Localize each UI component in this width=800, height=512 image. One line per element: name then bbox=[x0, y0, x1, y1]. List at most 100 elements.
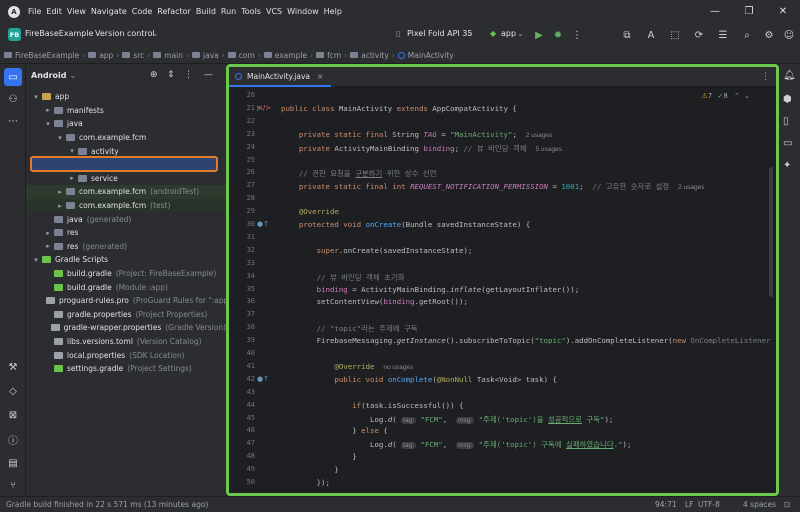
tree-item[interactable]: ▸ res (generated) bbox=[26, 240, 226, 254]
menu-help[interactable]: Help bbox=[324, 7, 342, 16]
project-chevron-icon[interactable]: ⌄ bbox=[80, 29, 87, 38]
menu-vcs[interactable]: VCS bbox=[266, 7, 282, 16]
view-chevron-icon[interactable]: ⌄ bbox=[70, 71, 77, 80]
menu-view[interactable]: View bbox=[67, 7, 86, 16]
expanded-chevron-icon[interactable]: ▾ bbox=[68, 147, 76, 155]
menu-window[interactable]: Window bbox=[287, 7, 319, 16]
logcat-icon[interactable]: ☰ bbox=[716, 28, 730, 42]
collapsed-chevron-icon[interactable]: ▸ bbox=[56, 188, 64, 196]
override-gutter-icon[interactable]: ●↑ bbox=[257, 220, 269, 228]
debug-icon[interactable]: ✹ bbox=[551, 28, 565, 42]
code-line[interactable]: setContentView(binding.getRoot()); bbox=[281, 297, 468, 306]
file-encoding[interactable]: UTF-8 bbox=[698, 500, 720, 509]
tree-item[interactable]: java (generated) bbox=[26, 212, 226, 226]
minimize-button[interactable]: — bbox=[698, 0, 732, 23]
settings-gear-icon[interactable]: ⚙ bbox=[762, 28, 776, 42]
tree-item[interactable]: ▾ java bbox=[26, 117, 226, 131]
project-view-selector[interactable]: Android bbox=[31, 71, 67, 80]
collapsed-chevron-icon[interactable]: ▸ bbox=[44, 242, 52, 250]
terminal-icon[interactable]: ▤ bbox=[4, 454, 22, 472]
locate-file-icon[interactable]: ⊕ bbox=[150, 70, 158, 80]
menu-code[interactable]: Code bbox=[132, 7, 152, 16]
project-tool-folder-icon[interactable]: ▭ bbox=[4, 68, 22, 86]
preview-gutter-icon[interactable]: </> bbox=[257, 104, 271, 112]
tab-mainactivity[interactable]: MainActivity.java × bbox=[229, 67, 332, 87]
more-actions-icon[interactable]: ⋮ bbox=[570, 28, 584, 42]
vcs-chevron-icon[interactable]: ⌄ bbox=[152, 29, 159, 38]
code-line[interactable]: if(task.isSuccessful()) { bbox=[281, 401, 463, 410]
hide-panel-icon[interactable]: — bbox=[204, 70, 213, 80]
expanded-chevron-icon[interactable]: ▾ bbox=[56, 134, 64, 142]
crumb-com[interactable]: com bbox=[227, 51, 255, 60]
next-highlight-icon[interactable]: ⌄ bbox=[744, 92, 750, 100]
tree-item[interactable]: ▾ com.example.fcm bbox=[26, 131, 226, 145]
version-control-menu[interactable]: Version control bbox=[95, 29, 155, 38]
code-line[interactable]: @Override no usages bbox=[281, 362, 413, 371]
app-inspection-icon[interactable]: ⊠ bbox=[4, 406, 22, 424]
tree-item[interactable]: ▸ manifests bbox=[26, 104, 226, 118]
problems-icon[interactable]: ⓘ bbox=[4, 430, 22, 448]
gemini-sparkle-icon[interactable]: ✦ bbox=[783, 160, 791, 171]
code-editor[interactable]: MainActivity.java × ⋮ 20 21 22 23 24 25 26 27 28… bbox=[226, 64, 779, 496]
code-line[interactable]: // 권한 요청을 구분하기 위한 상수 선언 bbox=[281, 168, 437, 179]
crumb-fcm[interactable]: fcm bbox=[316, 51, 341, 60]
tree-item[interactable]: gradle.properties (Project Properties) bbox=[26, 308, 226, 322]
device-manager-icon[interactable]: ⧉ bbox=[620, 28, 634, 42]
run-icon[interactable]: ▶ bbox=[532, 28, 546, 42]
gradle-elephant-icon[interactable]: ⬢ bbox=[783, 94, 792, 105]
crumb-main[interactable]: main bbox=[153, 51, 183, 60]
tree-item[interactable]: local.properties (SDK Location) bbox=[26, 348, 226, 362]
code-line[interactable]: // 뷰 바인딩 객체 초기화 bbox=[281, 272, 405, 283]
crumb-project[interactable]: FireBaseExample bbox=[4, 51, 79, 60]
options-kebab-icon[interactable]: ⋮ bbox=[184, 70, 193, 80]
crumb-example[interactable]: example bbox=[263, 51, 307, 60]
tree-item[interactable]: ▸ com.example.fcm (test) bbox=[26, 198, 226, 213]
editor-options-icon[interactable]: ⋮ bbox=[761, 72, 770, 82]
sdk-manager-icon[interactable]: ⬚ bbox=[668, 28, 682, 42]
override-gutter-icon[interactable]: ●↑ bbox=[257, 375, 269, 383]
tree-item[interactable]: ▾ app bbox=[26, 90, 226, 104]
run-config-chevron-icon[interactable]: ⌄ bbox=[517, 29, 524, 38]
menu-run[interactable]: Run bbox=[221, 7, 236, 16]
expanded-chevron-icon[interactable]: ▾ bbox=[32, 93, 40, 101]
expanded-chevron-icon[interactable]: ▾ bbox=[32, 256, 40, 264]
device-manager-side-icon[interactable]: ▯ bbox=[783, 116, 789, 127]
code-line[interactable]: // "topic"라는 주제에 구독 bbox=[281, 323, 418, 334]
tree-item[interactable]: build.gradle (Project: FireBaseExample) bbox=[26, 267, 226, 281]
code-line[interactable]: } bbox=[281, 452, 356, 461]
code-line[interactable]: private static final String TAG = "MainA… bbox=[281, 130, 552, 139]
app-quality-gem-icon[interactable]: ◇ bbox=[4, 382, 22, 400]
translate-icon[interactable]: A bbox=[644, 28, 658, 42]
code-line[interactable]: } else { bbox=[281, 426, 388, 435]
expand-all-icon[interactable]: ⇕ bbox=[167, 70, 175, 80]
caret-position[interactable]: 94:71 bbox=[655, 500, 677, 509]
gradle-sync-icon[interactable]: ⟳ bbox=[692, 28, 706, 42]
code-line[interactable]: @Override bbox=[281, 207, 339, 216]
tree-item[interactable]: settings.gradle (Project Settings) bbox=[26, 362, 226, 376]
menu-edit[interactable]: Edit bbox=[46, 7, 62, 16]
tree-item[interactable]: ▸ com.example.fcm (androidTest) bbox=[26, 185, 226, 199]
code-line[interactable]: } bbox=[281, 465, 338, 474]
collapsed-chevron-icon[interactable]: ▸ bbox=[56, 202, 64, 210]
tree-item[interactable]: ▾ Gradle Scripts bbox=[26, 253, 226, 267]
crumb-mainactivity[interactable]: MainActivity bbox=[397, 51, 454, 60]
crumb-java[interactable]: java bbox=[192, 51, 219, 60]
running-devices-icon[interactable]: ▭ bbox=[783, 138, 792, 149]
crumb-src[interactable]: src bbox=[122, 51, 144, 60]
prev-highlight-icon[interactable]: ⌃ bbox=[734, 92, 740, 100]
tree-item[interactable]: ▸ res bbox=[26, 226, 226, 240]
code-line[interactable]: super.onCreate(savedInstanceState); bbox=[281, 246, 473, 255]
menu-refactor[interactable]: Refactor bbox=[157, 7, 191, 16]
code-line[interactable]: public class MainActivity extends AppCom… bbox=[281, 104, 517, 113]
editor-scrollbar[interactable] bbox=[769, 167, 773, 297]
tree-item[interactable]: libs.versions.toml (Version Catalog) bbox=[26, 335, 226, 349]
close-tab-icon[interactable]: × bbox=[317, 72, 323, 81]
android-studio-logo-icon[interactable]: A bbox=[8, 5, 20, 18]
more-tools-icon[interactable]: ⋯ bbox=[4, 112, 22, 130]
lock-icon[interactable]: ⊡ bbox=[784, 500, 790, 509]
crumb-app[interactable]: app bbox=[88, 51, 113, 60]
line-separator[interactable]: LF bbox=[685, 500, 694, 509]
tree-item[interactable]: proguard-rules.pro (ProGuard Rules for ":… bbox=[26, 294, 235, 308]
code-line[interactable]: public void onComplete(@NonNull Task<Voi… bbox=[281, 375, 557, 384]
tree-item[interactable]: build.gradle (Module :app) bbox=[26, 280, 226, 294]
